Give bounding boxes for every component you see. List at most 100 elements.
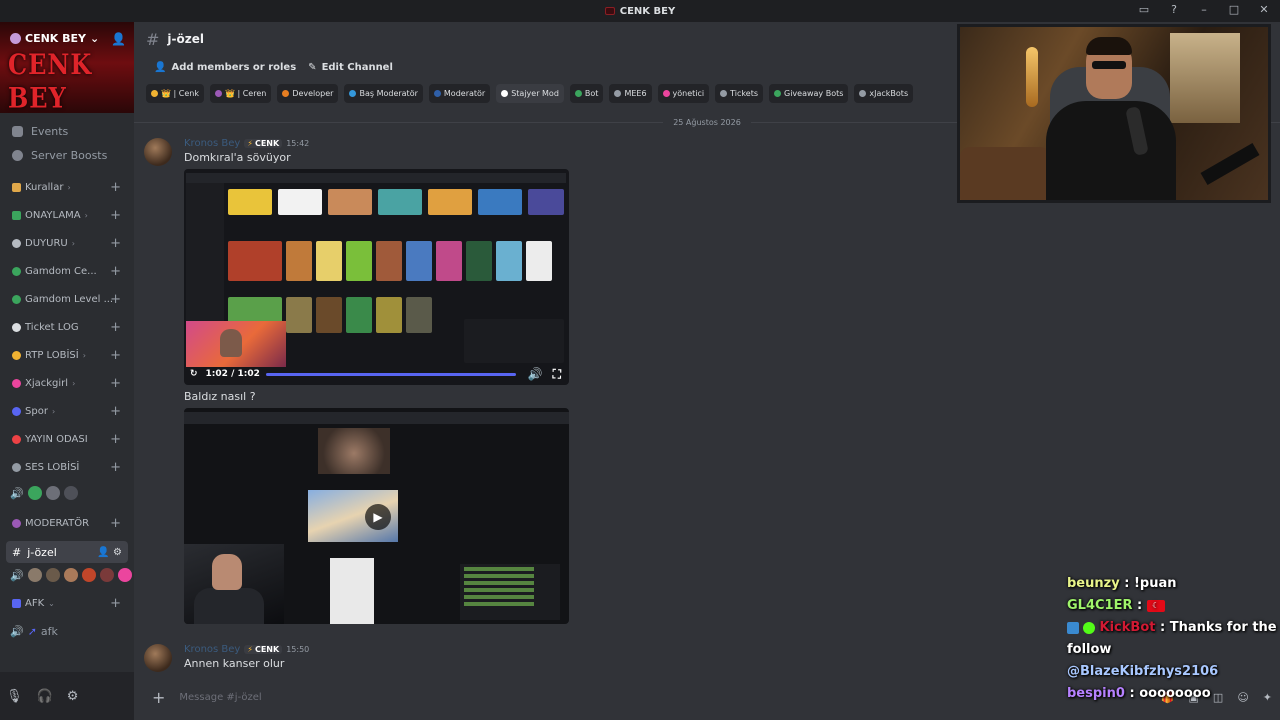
invite-people-icon[interactable]: 👤 — [111, 32, 126, 46]
category-label: RTP LOBİSİ — [25, 349, 79, 361]
video-attachment[interactable]: ↻ 1:02 / 1:02 🔊 ⛶ — [184, 169, 569, 385]
avatar[interactable] — [81, 568, 96, 582]
avatar[interactable] — [27, 486, 42, 500]
chat-line: @BlazeKibfzhys2106 — [1067, 661, 1277, 683]
category-ticket-log[interactable]: Ticket LOG + — [0, 313, 134, 341]
mute-mic-button[interactable]: 🎙 — [6, 689, 23, 704]
chat-message: Thanks for the follow — [1067, 620, 1277, 657]
category-onaylama[interactable]: ONAYLAMA › + — [0, 201, 134, 229]
inbox-icon[interactable]: ▭ — [1136, 3, 1152, 16]
category-rtp-lobisi[interactable]: RTP LOBİSİ › + — [0, 341, 134, 369]
category-kurallar[interactable]: Kurallar › + — [0, 173, 134, 201]
deafen-button[interactable]: 🎧 — [37, 689, 53, 704]
category-spor[interactable]: Spor › + — [0, 397, 134, 425]
create-channel-button[interactable]: + — [110, 460, 121, 475]
role-color-dot — [501, 89, 509, 97]
create-channel-button[interactable]: + — [110, 596, 121, 611]
video-attachment[interactable]: ▶ — [184, 408, 569, 624]
create-channel-button[interactable]: + — [110, 208, 121, 223]
channel-j-ozel[interactable]: # j-özel 👤 ⚙ — [6, 541, 128, 563]
help-icon[interactable]: ? — [1166, 3, 1182, 16]
role-chip[interactable]: MEE6 — [609, 83, 652, 103]
category-afk[interactable]: AFK ⌄ + — [0, 587, 134, 619]
calendar-icon — [12, 125, 23, 137]
category-ses-lobisi[interactable]: SES LOBİSİ + — [0, 453, 134, 481]
create-channel-button[interactable]: + — [110, 348, 121, 363]
create-channel-button[interactable]: + — [110, 376, 121, 391]
message-timestamp: 15:50 — [286, 645, 310, 654]
avatar[interactable] — [99, 568, 114, 582]
role-chip[interactable]: xJackBots — [854, 83, 914, 103]
avatar[interactable] — [144, 138, 172, 166]
create-channel-button[interactable]: + — [110, 404, 121, 419]
message-author[interactable]: Kronos Bey — [184, 644, 240, 655]
channel-label: afk — [40, 624, 58, 638]
category-yayin-odasi[interactable]: YAYIN ODASI + — [0, 425, 134, 453]
message-author[interactable]: Kronos Bey — [184, 138, 240, 149]
server-tag-badge[interactable]: ⚡ CENK — [244, 139, 283, 148]
minimize-button[interactable]: – — [1196, 3, 1212, 16]
role-chip[interactable]: 👑 | Cenk — [146, 83, 204, 103]
verified-badge-icon — [1083, 621, 1095, 634]
server-tag-badge[interactable]: ⚡ CENK — [244, 645, 283, 654]
add-members-button[interactable]: 👤 Add members or roles — [154, 62, 296, 73]
avatar[interactable] — [45, 568, 60, 582]
close-button[interactable]: ✕ — [1256, 3, 1272, 16]
role-chip[interactable]: 👑 | Ceren — [209, 83, 272, 103]
add-attachment-button[interactable]: + — [152, 688, 165, 707]
user-settings-gear-icon[interactable]: ⚙ — [67, 689, 79, 704]
create-channel-button[interactable]: + — [110, 320, 121, 335]
create-channel-button[interactable]: + — [110, 236, 121, 251]
role-chip[interactable]: Tickets — [715, 83, 763, 103]
voice-channel-members[interactable]: 🔊 — [0, 481, 134, 505]
avatar[interactable] — [144, 644, 172, 672]
role-color-dot — [774, 89, 781, 97]
message-input[interactable]: Message #j-özel — [179, 692, 261, 703]
role-chip[interactable]: Moderatör — [428, 83, 491, 103]
role-chip[interactable]: Developer — [277, 83, 339, 103]
chevron-right-icon: › — [72, 378, 76, 388]
message-text: Domkıral'a sövüyor — [184, 151, 291, 164]
chevron-down-icon: ⌄ — [90, 32, 100, 45]
maximize-button[interactable]: □ — [1226, 3, 1242, 16]
create-channel-button[interactable]: + — [110, 292, 121, 307]
channel-afk[interactable]: 🔊 ➚ afk — [0, 619, 134, 643]
role-chip[interactable]: yönetici — [657, 83, 710, 103]
streamer-face — [212, 554, 242, 590]
chat-line: bespin0 : oooooooo — [1067, 686, 1211, 701]
category-label: YAYIN ODASI — [25, 433, 88, 445]
create-channel-button[interactable]: + — [110, 264, 121, 279]
role-chip[interactable]: Bot — [569, 83, 604, 103]
avatar[interactable] — [27, 568, 42, 582]
avatar[interactable] — [63, 486, 78, 500]
server-name-header[interactable]: CENK BEY ⌄ — [10, 32, 99, 45]
category-xjackgirl[interactable]: Xjackgirl › + — [0, 369, 134, 397]
create-channel-button[interactable]: + — [110, 432, 121, 447]
play-icon[interactable]: ▶ — [365, 504, 391, 530]
fullscreen-icon[interactable]: ⛶ — [553, 367, 561, 382]
channel-settings-icon[interactable]: 👤 ⚙ — [97, 547, 122, 558]
edit-channel-button[interactable]: ✎ Edit Channel — [308, 62, 393, 73]
create-channel-button[interactable]: + — [110, 516, 121, 531]
megaphone-icon — [12, 238, 21, 248]
create-channel-button[interactable]: + — [110, 180, 121, 195]
replay-icon[interactable]: ↻ — [190, 369, 198, 379]
category-gamdom-ce[interactable]: Gamdom Ce... + — [0, 257, 134, 285]
avatar[interactable] — [63, 568, 78, 582]
video-frame-sidebar — [186, 183, 224, 333]
sidebar-item-server-boosts[interactable]: Server Boosts — [0, 143, 134, 167]
avatar[interactable] — [45, 486, 60, 500]
moderator-badge-icon — [1067, 621, 1079, 634]
role-chip[interactable]: Baş Moderatör — [344, 83, 423, 103]
sidebar-item-events[interactable]: Events — [0, 119, 134, 143]
volume-icon[interactable]: 🔊 — [528, 367, 543, 382]
server-banner[interactable]: CENK BEY ⌄ 👤 CENK BEY — [0, 22, 134, 113]
avatar[interactable] — [117, 568, 132, 582]
category-gamdom-level[interactable]: Gamdom Level ... + — [0, 285, 134, 313]
voice-channel-members[interactable]: 🔊 — [0, 563, 134, 587]
role-chip[interactable]: Stajyer Mod — [496, 83, 564, 103]
webcam-lamp — [1026, 47, 1038, 107]
category-duyuru[interactable]: DUYURU › + — [0, 229, 134, 257]
category-moderator[interactable]: MODERATÖR + — [0, 505, 134, 541]
role-chip[interactable]: Giveaway Bots — [769, 83, 849, 103]
